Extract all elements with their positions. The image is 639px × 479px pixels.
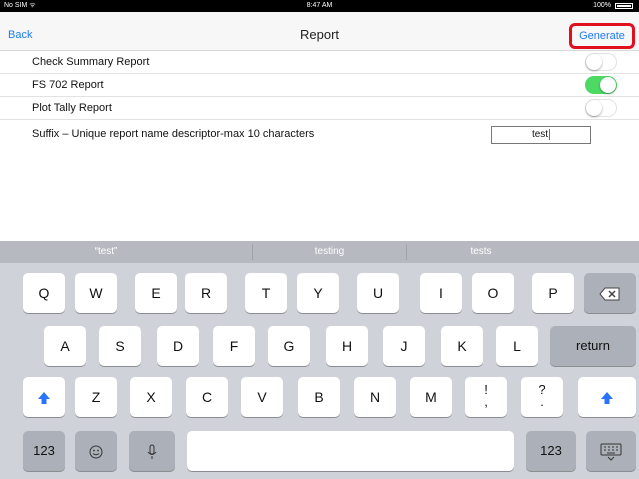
key-u[interactable]: U xyxy=(357,273,399,313)
suggestion-3[interactable]: tests xyxy=(406,241,556,263)
key-z[interactable]: Z xyxy=(75,377,117,417)
key-o[interactable]: O xyxy=(472,273,514,313)
suffix-label: Suffix – Unique report name descriptor-m… xyxy=(32,128,315,140)
generate-button[interactable]: Generate xyxy=(569,23,635,49)
text-caret xyxy=(549,128,551,140)
toggle-knob xyxy=(586,100,602,116)
suggestion-1[interactable]: “test” xyxy=(0,241,212,263)
row-label: Check Summary Report xyxy=(32,56,150,68)
row-check-summary-report: Check Summary Report xyxy=(0,51,639,74)
key-e[interactable]: E xyxy=(135,273,177,313)
key-a[interactable]: A xyxy=(44,326,86,366)
key-k[interactable]: K xyxy=(441,326,483,366)
key-exclamation-comma[interactable]: ! , xyxy=(465,377,507,417)
row-label: Plot Tally Report xyxy=(32,102,112,114)
clock: 8:47 AM xyxy=(306,2,333,9)
key-c[interactable]: C xyxy=(186,377,228,417)
return-key[interactable]: return xyxy=(550,326,636,366)
key-f[interactable]: F xyxy=(213,326,255,366)
key-d[interactable]: D xyxy=(157,326,199,366)
plot-tally-toggle[interactable] xyxy=(585,99,617,117)
row-label: FS 702 Report xyxy=(32,79,104,91)
shift-key-left[interactable] xyxy=(23,377,65,417)
key-b[interactable]: B xyxy=(298,377,340,417)
key-i[interactable]: I xyxy=(420,273,462,313)
suffix-input[interactable]: test xyxy=(491,126,591,144)
key-w[interactable]: W xyxy=(75,273,117,313)
key-j[interactable]: J xyxy=(383,326,425,366)
emoji-icon xyxy=(89,445,103,459)
emoji-key[interactable] xyxy=(75,431,117,471)
key-l[interactable]: L xyxy=(496,326,538,366)
microphone-icon xyxy=(147,444,157,460)
toggle-knob xyxy=(586,54,602,70)
suggestion-bar: “test” testing tests xyxy=(0,241,639,263)
key-p[interactable]: P xyxy=(532,273,574,313)
hide-keyboard-key[interactable] xyxy=(586,431,636,471)
navigation-bar: Back Report Generate xyxy=(0,12,639,51)
key-n[interactable]: N xyxy=(354,377,396,417)
key-g[interactable]: G xyxy=(268,326,310,366)
page-title: Report xyxy=(299,27,340,42)
shift-icon xyxy=(601,392,613,405)
row-fs702-report: FS 702 Report xyxy=(0,74,639,97)
space-bar[interactable] xyxy=(187,431,514,471)
numbers-key-right[interactable]: 123 xyxy=(526,431,576,471)
suffix-value: test xyxy=(531,129,549,140)
key-x[interactable]: X xyxy=(130,377,172,417)
key-question-period[interactable]: ? . xyxy=(521,377,563,417)
shift-icon xyxy=(38,392,50,405)
shift-key-right[interactable] xyxy=(578,377,636,417)
key-y[interactable]: Y xyxy=(297,273,339,313)
key-r[interactable]: R xyxy=(185,273,227,313)
key-v[interactable]: V xyxy=(241,377,283,417)
fs702-toggle[interactable] xyxy=(585,76,617,94)
key-m[interactable]: M xyxy=(410,377,452,417)
backspace-key[interactable] xyxy=(584,273,636,313)
row-plot-tally-report: Plot Tally Report xyxy=(0,97,639,120)
status-bar: No SIM ᯤ 8:47 AM 100% xyxy=(0,0,639,12)
key-t[interactable]: T xyxy=(245,273,287,313)
check-summary-toggle[interactable] xyxy=(585,53,617,71)
key-q[interactable]: Q xyxy=(23,273,65,313)
onscreen-keyboard: “test” testing tests Q W E R T Y U I O P… xyxy=(0,241,639,479)
key-bottom-char: . xyxy=(540,394,544,409)
suggestion-2[interactable]: testing xyxy=(252,241,407,263)
row-suffix: Suffix – Unique report name descriptor-m… xyxy=(0,120,639,166)
report-screen: No SIM ᯤ 8:47 AM 100% Back Report Genera… xyxy=(0,0,639,479)
backspace-icon xyxy=(599,287,620,301)
toggle-knob xyxy=(600,77,616,93)
key-h[interactable]: H xyxy=(326,326,368,366)
dictation-key[interactable] xyxy=(129,431,175,471)
keyboard-hide-icon xyxy=(600,443,622,462)
battery-percent: 100% xyxy=(593,2,611,9)
key-bottom-char: , xyxy=(484,394,488,409)
key-s[interactable]: S xyxy=(99,326,141,366)
battery-icon xyxy=(615,3,633,9)
numbers-key-left[interactable]: 123 xyxy=(23,431,65,471)
